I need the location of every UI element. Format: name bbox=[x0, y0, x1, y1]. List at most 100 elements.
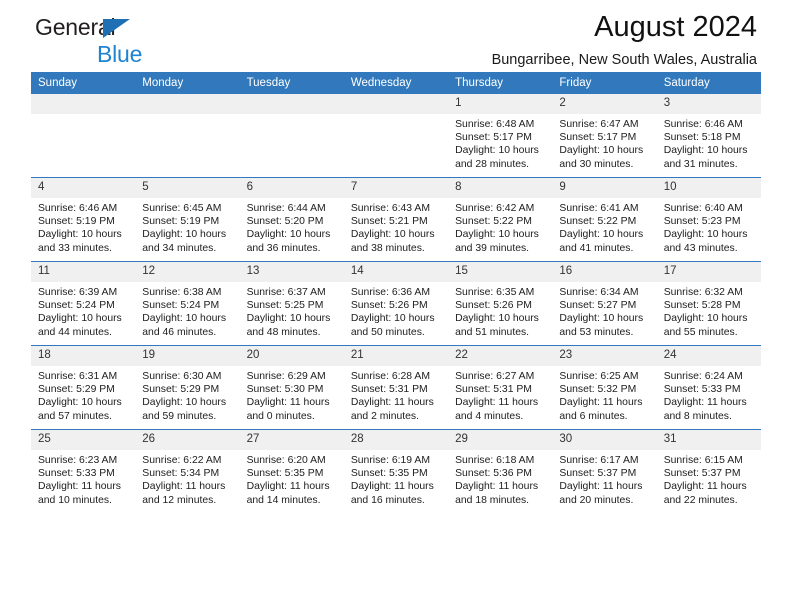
sunset-text: Sunset: 5:31 PM bbox=[455, 384, 532, 396]
day-details: Sunrise: 6:45 AM Sunset: 5:19 PM Daylight:… bbox=[135, 198, 239, 255]
day-details: Sunrise: 6:44 AM Sunset: 5:20 PM Daylight:… bbox=[240, 198, 344, 255]
sunset-text: Sunset: 5:28 PM bbox=[663, 300, 741, 312]
calendar-header-row: Sunday Monday Tuesday Wednesday Thursday… bbox=[31, 72, 761, 94]
daylight-text: Daylight: 11 hours and 0 minutes. bbox=[246, 397, 330, 422]
calendar-day-cell[interactable]: 14 Sunrise: 6:36 AM Sunset: 5:26 PM Dayligh… bbox=[343, 261, 449, 346]
calendar-day-cell[interactable]: 13 Sunrise: 6:37 AM Sunset: 5:25 PM Dayligh… bbox=[239, 261, 344, 346]
calendar-day-cell-empty bbox=[239, 94, 344, 178]
daylight-text: Daylight: 10 hours and 30 minutes. bbox=[559, 145, 644, 170]
calendar-day-cell[interactable]: 24 Sunrise: 6:24 AM Sunset: 5:33 PM Dayligh… bbox=[656, 345, 761, 430]
daylight-text: Daylight: 11 hours and 20 minutes. bbox=[559, 481, 643, 506]
day-number: 18 bbox=[31, 346, 136, 366]
sunset-text: Sunset: 5:17 PM bbox=[455, 132, 532, 144]
day-details: Sunrise: 6:40 AM Sunset: 5:23 PM Daylight:… bbox=[657, 198, 761, 255]
brand-name-blue: Blue bbox=[97, 41, 143, 67]
sunrise-text: Sunrise: 6:41 AM bbox=[559, 203, 639, 214]
daylight-text: Daylight: 10 hours and 51 minutes. bbox=[455, 313, 539, 338]
daylight-text: Daylight: 10 hours and 36 minutes. bbox=[246, 229, 331, 254]
day-number: 4 bbox=[31, 178, 136, 198]
calendar-day-cell[interactable]: 21 Sunrise: 6:28 AM Sunset: 5:31 PM Dayligh… bbox=[343, 345, 449, 430]
brand-logo[interactable]: General Blue bbox=[35, 16, 142, 66]
daylight-text: Daylight: 10 hours and 44 minutes. bbox=[38, 313, 122, 338]
day-details: Sunrise: 6:42 AM Sunset: 5:22 PM Daylight:… bbox=[448, 198, 552, 255]
calendar-day-cell[interactable]: 26 Sunrise: 6:22 AM Sunset: 5:34 PM Dayligh… bbox=[135, 429, 240, 513]
daylight-text: Daylight: 11 hours and 16 minutes. bbox=[350, 481, 434, 506]
calendar-day-cell[interactable]: 5 Sunrise: 6:45 AM Sunset: 5:19 PM Daylight… bbox=[135, 177, 240, 262]
daylight-text: Daylight: 11 hours and 18 minutes. bbox=[455, 481, 539, 506]
day-details: Sunrise: 6:28 AM Sunset: 5:31 PM Daylight:… bbox=[344, 366, 448, 423]
sunrise-text: Sunrise: 6:20 AM bbox=[246, 455, 326, 466]
day-details: Sunrise: 6:25 AM Sunset: 5:32 PM Daylight:… bbox=[552, 366, 656, 423]
calendar-day-cell[interactable]: 12 Sunrise: 6:38 AM Sunset: 5:24 PM Dayligh… bbox=[135, 261, 240, 346]
day-details: Sunrise: 6:31 AM Sunset: 5:29 PM Daylight:… bbox=[31, 366, 135, 423]
calendar-day-cell[interactable]: 27 Sunrise: 6:20 AM Sunset: 5:35 PM Dayligh… bbox=[239, 429, 344, 513]
day-number: 23 bbox=[552, 346, 657, 366]
daylight-text: Daylight: 10 hours and 43 minutes. bbox=[663, 229, 748, 254]
calendar-day-cell[interactable]: 30 Sunrise: 6:17 AM Sunset: 5:37 PM Dayligh… bbox=[552, 429, 657, 513]
day-number bbox=[31, 94, 136, 114]
calendar-day-cell[interactable]: 23 Sunrise: 6:25 AM Sunset: 5:32 PM Dayligh… bbox=[552, 345, 657, 430]
day-details: Sunrise: 6:24 AM Sunset: 5:33 PM Daylight:… bbox=[657, 366, 761, 423]
weekday-header-friday: Friday bbox=[552, 72, 657, 94]
day-details: Sunrise: 6:15 AM Sunset: 5:37 PM Daylight:… bbox=[657, 450, 761, 507]
day-number: 5 bbox=[135, 178, 240, 198]
day-details: Sunrise: 6:20 AM Sunset: 5:35 PM Daylight:… bbox=[240, 450, 344, 507]
sunset-text: Sunset: 5:34 PM bbox=[142, 468, 220, 480]
calendar-day-cell[interactable]: 6 Sunrise: 6:44 AM Sunset: 5:20 PM Daylight… bbox=[239, 177, 344, 262]
calendar-day-cell[interactable]: 9 Sunrise: 6:41 AM Sunset: 5:22 PM Daylight… bbox=[552, 177, 657, 262]
weekday-header-sunday: Sunday bbox=[31, 72, 136, 94]
sunset-text: Sunset: 5:23 PM bbox=[663, 216, 741, 228]
calendar-day-cell[interactable]: 18 Sunrise: 6:31 AM Sunset: 5:29 PM Dayligh… bbox=[31, 345, 136, 430]
calendar-day-cell[interactable]: 19 Sunrise: 6:30 AM Sunset: 5:29 PM Dayligh… bbox=[135, 345, 240, 430]
day-number: 14 bbox=[343, 262, 449, 282]
sunset-text: Sunset: 5:24 PM bbox=[38, 300, 115, 312]
day-number: 7 bbox=[343, 178, 449, 198]
calendar-day-cell[interactable]: 17 Sunrise: 6:32 AM Sunset: 5:28 PM Dayligh… bbox=[656, 261, 761, 346]
day-number: 11 bbox=[31, 262, 136, 282]
calendar-day-cell[interactable]: 20 Sunrise: 6:29 AM Sunset: 5:30 PM Dayligh… bbox=[239, 345, 344, 430]
calendar-day-cell[interactable]: 3 Sunrise: 6:46 AM Sunset: 5:18 PM Daylight… bbox=[656, 94, 761, 178]
sunrise-text: Sunrise: 6:46 AM bbox=[663, 119, 743, 130]
day-number: 1 bbox=[448, 94, 553, 114]
calendar-day-cell[interactable]: 28 Sunrise: 6:19 AM Sunset: 5:35 PM Dayligh… bbox=[343, 429, 449, 513]
daylight-text: Daylight: 10 hours and 39 minutes. bbox=[455, 229, 539, 254]
sunrise-text: Sunrise: 6:18 AM bbox=[455, 455, 535, 466]
calendar-day-cell[interactable]: 8 Sunrise: 6:42 AM Sunset: 5:22 PM Daylight… bbox=[448, 177, 553, 262]
day-number: 28 bbox=[343, 430, 449, 450]
page-header: General Blue August 2024 Bungarribee, Ne… bbox=[31, 0, 761, 72]
calendar-day-cell[interactable]: 25 Sunrise: 6:23 AM Sunset: 5:33 PM Dayligh… bbox=[31, 429, 136, 513]
page-title: August 2024 bbox=[594, 11, 757, 43]
day-details: Sunrise: 6:22 AM Sunset: 5:34 PM Daylight:… bbox=[135, 450, 239, 507]
calendar-day-cell[interactable]: 2 Sunrise: 6:47 AM Sunset: 5:17 PM Daylight… bbox=[552, 94, 657, 178]
calendar-day-cell[interactable]: 29 Sunrise: 6:18 AM Sunset: 5:36 PM Dayligh… bbox=[448, 429, 553, 513]
day-number: 19 bbox=[135, 346, 240, 366]
day-details: Sunrise: 6:41 AM Sunset: 5:22 PM Daylight:… bbox=[552, 198, 656, 255]
day-number: 17 bbox=[656, 262, 761, 282]
sunset-text: Sunset: 5:24 PM bbox=[142, 300, 220, 312]
calendar-day-cell[interactable]: 16 Sunrise: 6:34 AM Sunset: 5:27 PM Dayligh… bbox=[552, 261, 657, 346]
calendar-day-cell[interactable]: 22 Sunrise: 6:27 AM Sunset: 5:31 PM Dayligh… bbox=[448, 345, 553, 430]
day-number: 30 bbox=[552, 430, 657, 450]
day-number: 12 bbox=[135, 262, 240, 282]
calendar-day-cell[interactable]: 4 Sunrise: 6:46 AM Sunset: 5:19 PM Daylight… bbox=[31, 177, 136, 262]
calendar-week-row: 18 Sunrise: 6:31 AM Sunset: 5:29 PM Dayligh… bbox=[31, 345, 761, 430]
calendar-day-cell[interactable]: 10 Sunrise: 6:40 AM Sunset: 5:23 PM Dayligh… bbox=[656, 177, 761, 262]
calendar-day-cell-empty bbox=[135, 94, 240, 178]
sunset-text: Sunset: 5:26 PM bbox=[455, 300, 532, 312]
calendar-day-cell[interactable]: 31 Sunrise: 6:15 AM Sunset: 5:37 PM Dayligh… bbox=[656, 429, 761, 513]
calendar-day-cell[interactable]: 7 Sunrise: 6:43 AM Sunset: 5:21 PM Daylight… bbox=[343, 177, 449, 262]
sunrise-text: Sunrise: 6:27 AM bbox=[455, 371, 535, 382]
sunset-text: Sunset: 5:20 PM bbox=[246, 216, 324, 228]
sunset-text: Sunset: 5:19 PM bbox=[38, 216, 115, 228]
sunset-text: Sunset: 5:37 PM bbox=[663, 468, 741, 480]
calendar-day-cell[interactable]: 1 Sunrise: 6:48 AM Sunset: 5:17 PM Daylight… bbox=[448, 94, 553, 178]
day-number: 31 bbox=[656, 430, 761, 450]
calendar-day-cell[interactable]: 15 Sunrise: 6:35 AM Sunset: 5:26 PM Dayligh… bbox=[448, 261, 553, 346]
sunset-text: Sunset: 5:22 PM bbox=[559, 216, 637, 228]
calendar-day-cell[interactable]: 11 Sunrise: 6:39 AM Sunset: 5:24 PM Dayligh… bbox=[31, 261, 136, 346]
day-number bbox=[343, 94, 449, 114]
calendar-day-cell-empty bbox=[31, 94, 136, 178]
sunset-text: Sunset: 5:25 PM bbox=[246, 300, 324, 312]
day-number: 20 bbox=[239, 346, 344, 366]
calendar-week-row: 4 Sunrise: 6:46 AM Sunset: 5:19 PM Daylight… bbox=[31, 177, 761, 262]
